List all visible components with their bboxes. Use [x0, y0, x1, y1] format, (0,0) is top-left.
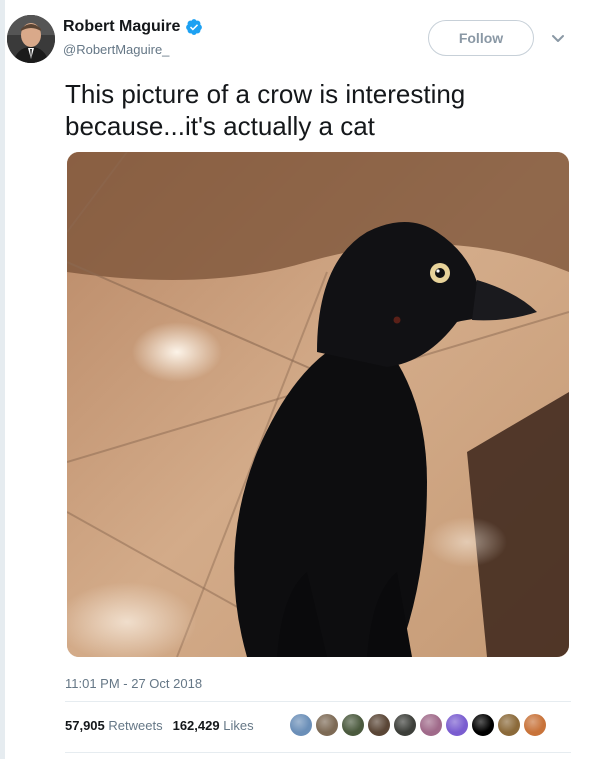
- tweet-timestamp[interactable]: 11:01 PM - 27 Oct 2018: [65, 676, 202, 691]
- likes-count: 162,429: [172, 718, 220, 733]
- liker-avatar[interactable]: [419, 713, 443, 737]
- author-name[interactable]: Robert Maguire: [63, 18, 180, 36]
- liker-avatar[interactable]: [471, 713, 495, 737]
- avatar[interactable]: [7, 15, 55, 63]
- liker-avatar[interactable]: [289, 713, 313, 737]
- tweet-stats: 57,905 Retweets 162,429 Likes: [65, 718, 254, 733]
- tweet-text-line-2: because...it's actually a cat: [65, 111, 375, 141]
- liker-avatar[interactable]: [315, 713, 339, 737]
- verified-badge-icon: [185, 18, 203, 36]
- retweets-stat[interactable]: 57,905 Retweets: [65, 718, 163, 733]
- author-handle[interactable]: @RobertMaguire_: [63, 42, 169, 57]
- divider: [65, 752, 571, 753]
- name-row: Robert Maguire: [63, 18, 203, 36]
- liker-avatars: [289, 713, 549, 737]
- tweet-photo[interactable]: [67, 152, 569, 657]
- likes-label: Likes: [223, 718, 254, 733]
- retweets-count: 57,905: [65, 718, 105, 733]
- tweet-text-line-1: This picture of a crow is interesting: [65, 79, 466, 109]
- avatar-image: [7, 15, 55, 63]
- liker-avatar[interactable]: [341, 713, 365, 737]
- retweets-label: Retweets: [108, 718, 163, 733]
- liker-avatar[interactable]: [367, 713, 391, 737]
- chevron-down-icon[interactable]: [550, 32, 566, 44]
- liker-avatar[interactable]: [523, 713, 547, 737]
- follow-button[interactable]: Follow: [428, 20, 534, 56]
- likes-stat[interactable]: 162,429 Likes: [173, 718, 254, 733]
- divider: [65, 701, 571, 702]
- tweet-card: Robert Maguire @RobertMaguire_ Follow Th…: [5, 0, 597, 759]
- liker-avatar[interactable]: [497, 713, 521, 737]
- liker-avatar[interactable]: [445, 713, 469, 737]
- tweet-text: This picture of a crow is interesting be…: [65, 78, 565, 142]
- cat-photo-image: [67, 152, 569, 657]
- liker-avatar[interactable]: [393, 713, 417, 737]
